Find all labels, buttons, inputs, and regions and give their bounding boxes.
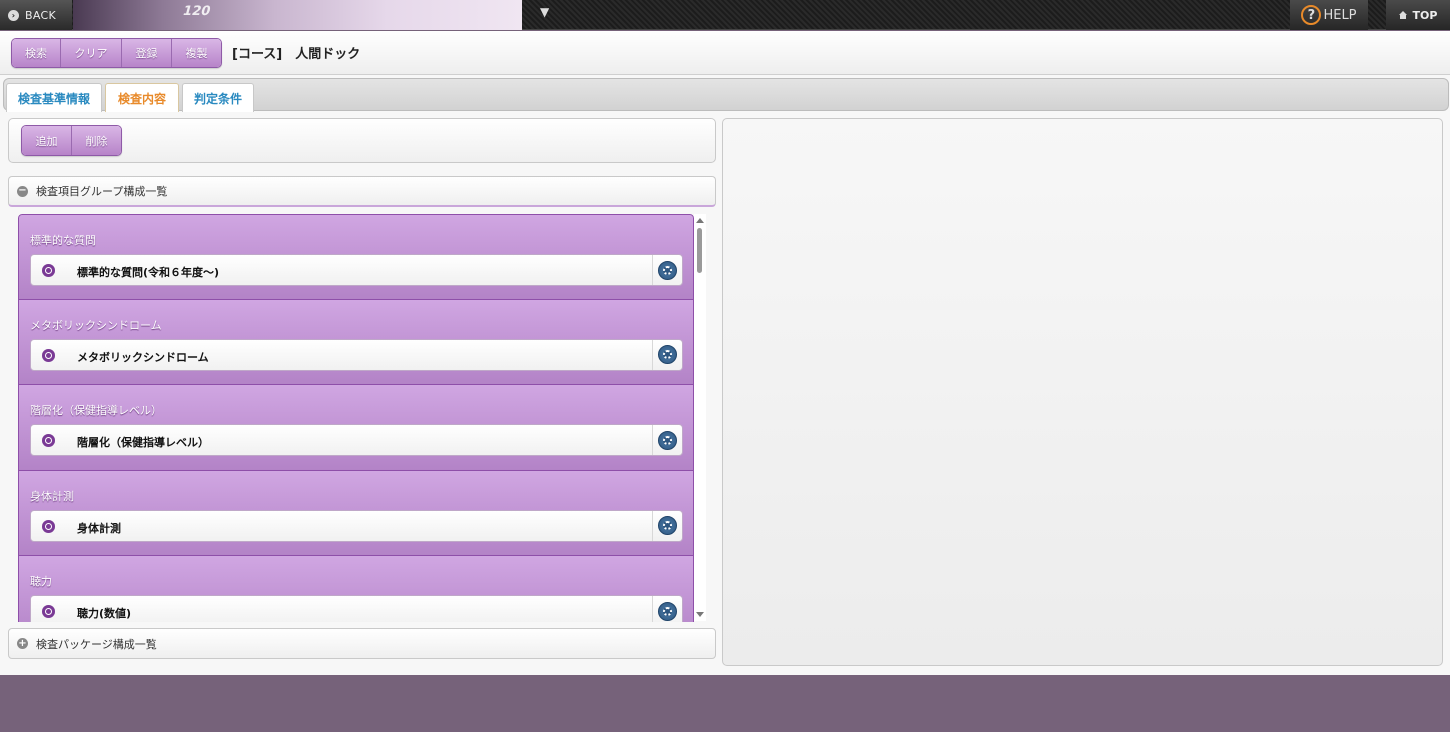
top-bar: › BACK 120 ▼ ? HELP TOP [0, 0, 1450, 30]
home-icon [1398, 11, 1407, 19]
list-item: 標準的な質問 標準的な質問(令和６年度～) [18, 214, 694, 300]
settings-button[interactable] [652, 596, 682, 622]
register-button[interactable]: 登録 [122, 39, 172, 67]
group-title: 標準的な質問 [30, 234, 96, 247]
radio-icon[interactable] [42, 348, 55, 362]
radio-icon[interactable] [42, 434, 55, 447]
banner-text: 120 [180, 4, 213, 19]
list-item: 身体計測 身体計測 [18, 470, 694, 556]
settings-button[interactable] [652, 255, 682, 285]
list-item: 聴力 聴力(数値) [18, 556, 694, 622]
top-label: TOP [1412, 8, 1438, 22]
header-banner: 120 [73, 0, 522, 30]
group-item[interactable]: メタボリックシンドローム [30, 338, 683, 371]
dropdown-toggle-icon[interactable]: ▼ [540, 5, 549, 19]
gear-icon [658, 601, 677, 621]
settings-button[interactable] [652, 510, 682, 541]
group-title: 身体計測 [30, 489, 74, 503]
group-title: 聴力 [30, 575, 52, 588]
top-button[interactable]: TOP [1386, 0, 1450, 30]
item-label: 標準的な質問(令和６年度～) [77, 266, 220, 279]
gear-icon [658, 260, 677, 280]
help-label: HELP [1323, 7, 1357, 23]
settings-button[interactable] [652, 425, 682, 455]
group-item[interactable]: 身体計測 [30, 509, 683, 542]
toolbar-button-group: 検索 クリア 登録 複製 [11, 38, 222, 68]
package-section-header[interactable]: + 検査パッケージ構成一覧 [8, 628, 716, 659]
group-item[interactable]: 標準的な質問(令和６年度～) [30, 254, 683, 286]
collapse-icon: − [17, 185, 28, 197]
scroll-down-icon[interactable] [696, 612, 704, 617]
toolbar: 検索 クリア 登録 複製 [コース] 人間ドック [0, 31, 1450, 75]
tab-judgment-conditions[interactable]: 判定条件 [182, 83, 254, 112]
expand-icon: + [17, 637, 28, 649]
settings-button[interactable] [652, 339, 682, 370]
item-label: 階層化（保健指導レベル） [77, 436, 209, 449]
gear-icon [658, 430, 677, 450]
main-frame: 検索 クリア 登録 複製 [コース] 人間ドック 検査基準情報 検査内容 判定条… [0, 31, 1450, 675]
group-section-title: 検査項目グループ構成一覧 [36, 185, 168, 198]
group-list: 標準的な質問 標準的な質問(令和６年度～) メタボリックシンドローム メタボリッ… [18, 214, 694, 622]
item-label: メタボリックシンドローム [77, 350, 209, 364]
list-scrollbar[interactable] [694, 214, 706, 621]
group-title: メタボリックシンドローム [30, 318, 162, 332]
duplicate-button[interactable]: 複製 [172, 39, 221, 67]
radio-icon[interactable] [42, 605, 55, 618]
back-button[interactable]: › BACK [0, 0, 72, 30]
group-title: 階層化（保健指導レベル） [30, 404, 162, 417]
list-item: 階層化（保健指導レベル） 階層化（保健指導レベル） [18, 385, 694, 471]
gear-icon [658, 345, 677, 364]
back-label: BACK [25, 8, 56, 22]
add-button[interactable]: 追加 [22, 126, 72, 155]
gear-icon [658, 516, 677, 535]
group-item[interactable]: 聴力(数値) [30, 595, 683, 622]
tab-inspection-criteria[interactable]: 検査基準情報 [6, 83, 102, 112]
help-button[interactable]: ? HELP [1290, 0, 1368, 30]
group-section-header[interactable]: − 検査項目グループ構成一覧 [8, 176, 716, 207]
tab-bar: 検査基準情報 検査内容 判定条件 [3, 78, 1449, 112]
item-label: 身体計測 [77, 521, 121, 535]
radio-icon[interactable] [42, 519, 55, 533]
page-title: [コース] 人間ドック [232, 47, 361, 62]
radio-icon[interactable] [42, 264, 55, 277]
delete-button[interactable]: 削除 [72, 126, 121, 155]
scroll-thumb[interactable] [697, 228, 702, 273]
group-item[interactable]: 階層化（保健指導レベル） [30, 424, 683, 456]
scroll-up-icon[interactable] [696, 218, 704, 223]
tab-inspection-content[interactable]: 検査内容 [105, 83, 179, 112]
clear-button[interactable]: クリア [61, 39, 122, 67]
list-item: メタボリックシンドローム メタボリックシンドローム [18, 299, 694, 385]
help-icon: ? [1301, 5, 1322, 25]
action-box: 追加 削除 [8, 118, 716, 163]
detail-panel [722, 118, 1443, 666]
search-button[interactable]: 検索 [12, 39, 61, 67]
action-button-group: 追加 削除 [21, 125, 122, 156]
package-section-title: 検査パッケージ構成一覧 [36, 637, 157, 651]
back-arrow-icon: › [8, 9, 19, 21]
item-label: 聴力(数値) [77, 607, 132, 620]
